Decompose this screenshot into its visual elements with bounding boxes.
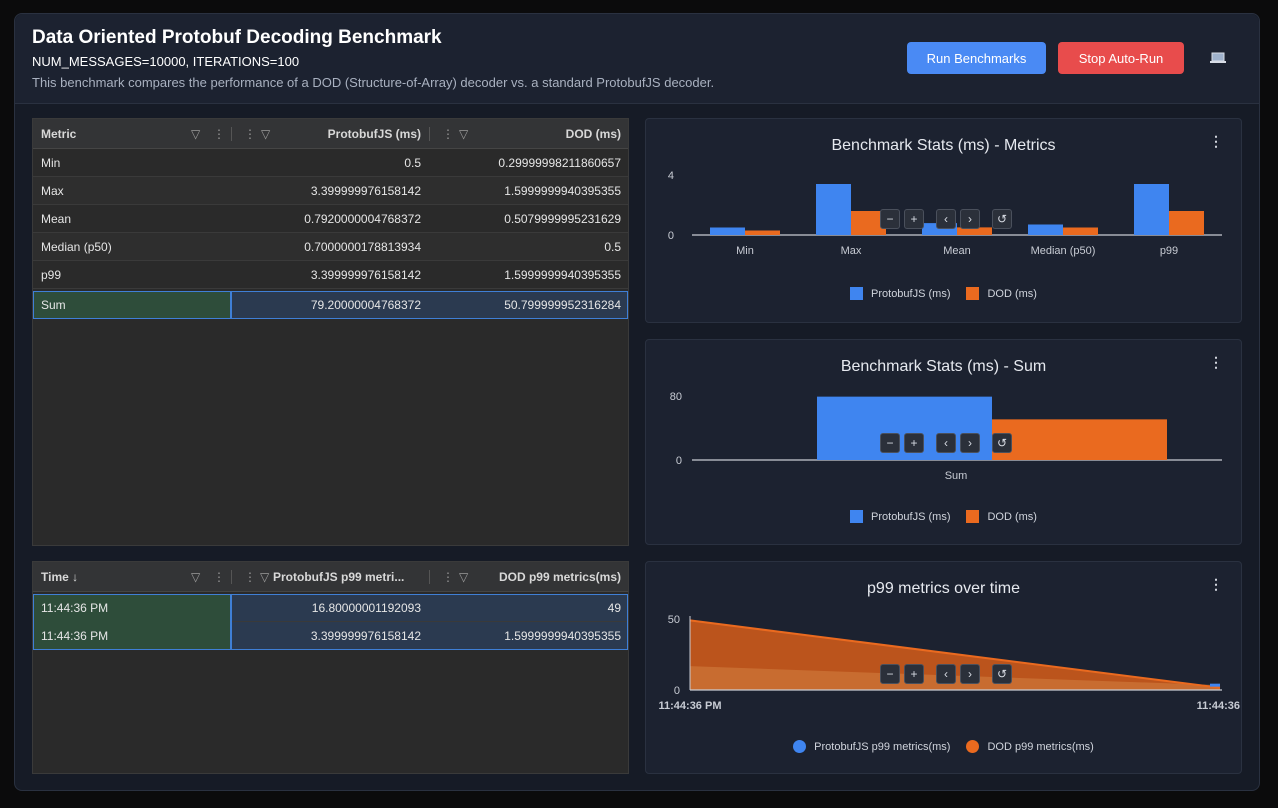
y-tick-label: 0 [668,230,674,242]
column-menu-icon[interactable]: ⋮ [244,119,256,149]
y-tick-label: 4 [668,170,674,182]
chart-legend: ProtobufJS p99 metrics(ms) DOD p99 metri… [646,740,1241,753]
pan-right-icon[interactable]: › [960,664,980,684]
column-menu-icon[interactable]: ⋮ [442,119,454,149]
metrics-chart-panel: Benchmark Stats (ms) - Metrics ⋮ 4 0 Min Ma… [645,118,1242,323]
chart-toolbar: − + ‹ › ↺ [880,209,1012,229]
legend-item-dod[interactable]: DOD (ms) [966,287,1037,300]
table-row[interactable]: p99 3.399999976158142 1.5999999940395355 [33,261,628,289]
column-header-metric[interactable]: Metric [41,119,231,149]
pan-left-icon[interactable]: ‹ [936,664,956,684]
y-tick-label: 0 [674,685,680,697]
x-tick-label: Sum [945,470,968,482]
column-header-protobufjs-p99[interactable]: ProtobufJS p99 metri... [273,562,423,592]
filter-icon[interactable]: ▽ [191,562,200,592]
column-header-dod-p99[interactable]: DOD p99 metrics(ms) [473,562,621,592]
stop-auto-run-button[interactable]: Stop Auto-Run [1058,42,1184,74]
table-row[interactable]: Max 3.399999976158142 1.5999999940395355 [33,177,628,205]
table-row[interactable]: Min 0.5 0.29999998211860657 [33,149,628,177]
laptop-icon[interactable] [1208,50,1228,66]
x-tick-label: 11:44:36 [1197,700,1240,712]
table-header: Time ↓ ▽ ⋮ ⋮ ▽ ProtobufJS p99 metri... ⋮… [33,562,628,592]
y-tick-label: 50 [668,614,680,626]
filter-icon[interactable]: ▽ [459,562,468,592]
bar [1169,211,1204,235]
zoom-out-icon[interactable]: − [880,433,900,453]
config-subtitle: NUM_MESSAGES=10000, ITERATIONS=100 [32,54,300,69]
time-table: Time ↓ ▽ ⋮ ⋮ ▽ ProtobufJS p99 metri... ⋮… [32,561,629,774]
column-header-dod[interactable]: DOD (ms) [473,119,621,149]
x-tick-label: Mean [943,245,971,257]
run-benchmarks-button[interactable]: Run Benchmarks [907,42,1046,74]
table-row[interactable]: Mean 0.7920000004768372 0.50799999952316… [33,205,628,233]
zoom-out-icon[interactable]: − [880,664,900,684]
bar [816,184,851,235]
filter-icon[interactable]: ▽ [260,562,269,592]
filter-icon[interactable]: ▽ [191,119,200,149]
bar [1134,184,1169,235]
bar [1063,227,1098,235]
x-tick-label: Median (p50) [1031,245,1096,257]
x-tick-label: 11:44:36 PM [659,700,722,712]
legend-item-protobufjs-p99[interactable]: ProtobufJS p99 metrics(ms) [793,740,950,753]
zoom-in-icon[interactable]: + [904,433,924,453]
pan-right-icon[interactable]: › [960,209,980,229]
page-title: Data Oriented Protobuf Decoding Benchmar… [32,27,442,48]
column-menu-icon[interactable]: ⋮ [442,562,454,592]
legend-item-protobufjs[interactable]: ProtobufJS (ms) [850,510,950,523]
reset-zoom-icon[interactable]: ↺ [992,664,1012,684]
sort-desc-icon[interactable]: ↓ [72,570,78,584]
column-header-time[interactable]: Time ↓ [41,562,101,592]
description: This benchmark compares the performance … [32,75,715,90]
zoom-in-icon[interactable]: + [904,209,924,229]
bar [745,230,780,235]
zoom-out-icon[interactable]: − [880,209,900,229]
table-header: Metric ▽ ⋮ ⋮ ▽ ProtobufJS (ms) ⋮ ▽ DOD (… [33,119,628,149]
table-row-selected[interactable]: 11:44:36 PM 16.80000001192093 49 [33,594,628,622]
pan-left-icon[interactable]: ‹ [936,209,956,229]
column-menu-icon[interactable]: ⋮ [244,562,256,592]
legend-item-dod[interactable]: DOD (ms) [966,510,1037,523]
pan-left-icon[interactable]: ‹ [936,433,956,453]
chart-toolbar: − + ‹ › ↺ [880,433,1012,453]
zoom-in-icon[interactable]: + [904,664,924,684]
header: Data Oriented Protobuf Decoding Benchmar… [15,14,1259,104]
bar [1028,224,1063,235]
filter-icon[interactable]: ▽ [261,119,270,149]
bar [992,419,1167,460]
legend-item-dod-p99[interactable]: DOD p99 metrics(ms) [966,740,1094,753]
chart-legend: ProtobufJS (ms) DOD (ms) [646,510,1241,523]
stats-table: Metric ▽ ⋮ ⋮ ▽ ProtobufJS (ms) ⋮ ▽ DOD (… [32,118,629,546]
column-menu-icon[interactable]: ⋮ [213,562,225,592]
column-menu-icon[interactable]: ⋮ [213,119,225,149]
column-header-protobufjs[interactable]: ProtobufJS (ms) [273,119,421,149]
sum-chart-panel: Benchmark Stats (ms) - Sum ⋮ 80 0 Sum − + … [645,339,1242,545]
y-tick-label: 0 [676,455,682,467]
table-row-selected[interactable]: 11:44:36 PM 3.399999976158142 1.59999999… [33,622,628,650]
table-row-selected[interactable]: Sum 79.20000004768372 50.799999952316284 [33,291,628,319]
pan-right-icon[interactable]: › [960,433,980,453]
legend-item-protobufjs[interactable]: ProtobufJS (ms) [850,287,950,300]
reset-zoom-icon[interactable]: ↺ [992,209,1012,229]
x-tick-label: p99 [1160,245,1178,257]
reset-zoom-icon[interactable]: ↺ [992,433,1012,453]
chart-legend: ProtobufJS (ms) DOD (ms) [646,287,1241,300]
bar [710,227,745,235]
chart-toolbar: − + ‹ › ↺ [880,664,1012,684]
filter-icon[interactable]: ▽ [459,119,468,149]
x-tick-label: Min [736,245,754,257]
y-tick-label: 80 [670,391,682,403]
table-row[interactable]: Median (p50) 0.7000000178813934 0.5 [33,233,628,261]
x-tick-label: Max [841,245,862,257]
time-chart-panel: p99 metrics over time ⋮ 50 0 11:44:36 PM 11… [645,561,1242,774]
